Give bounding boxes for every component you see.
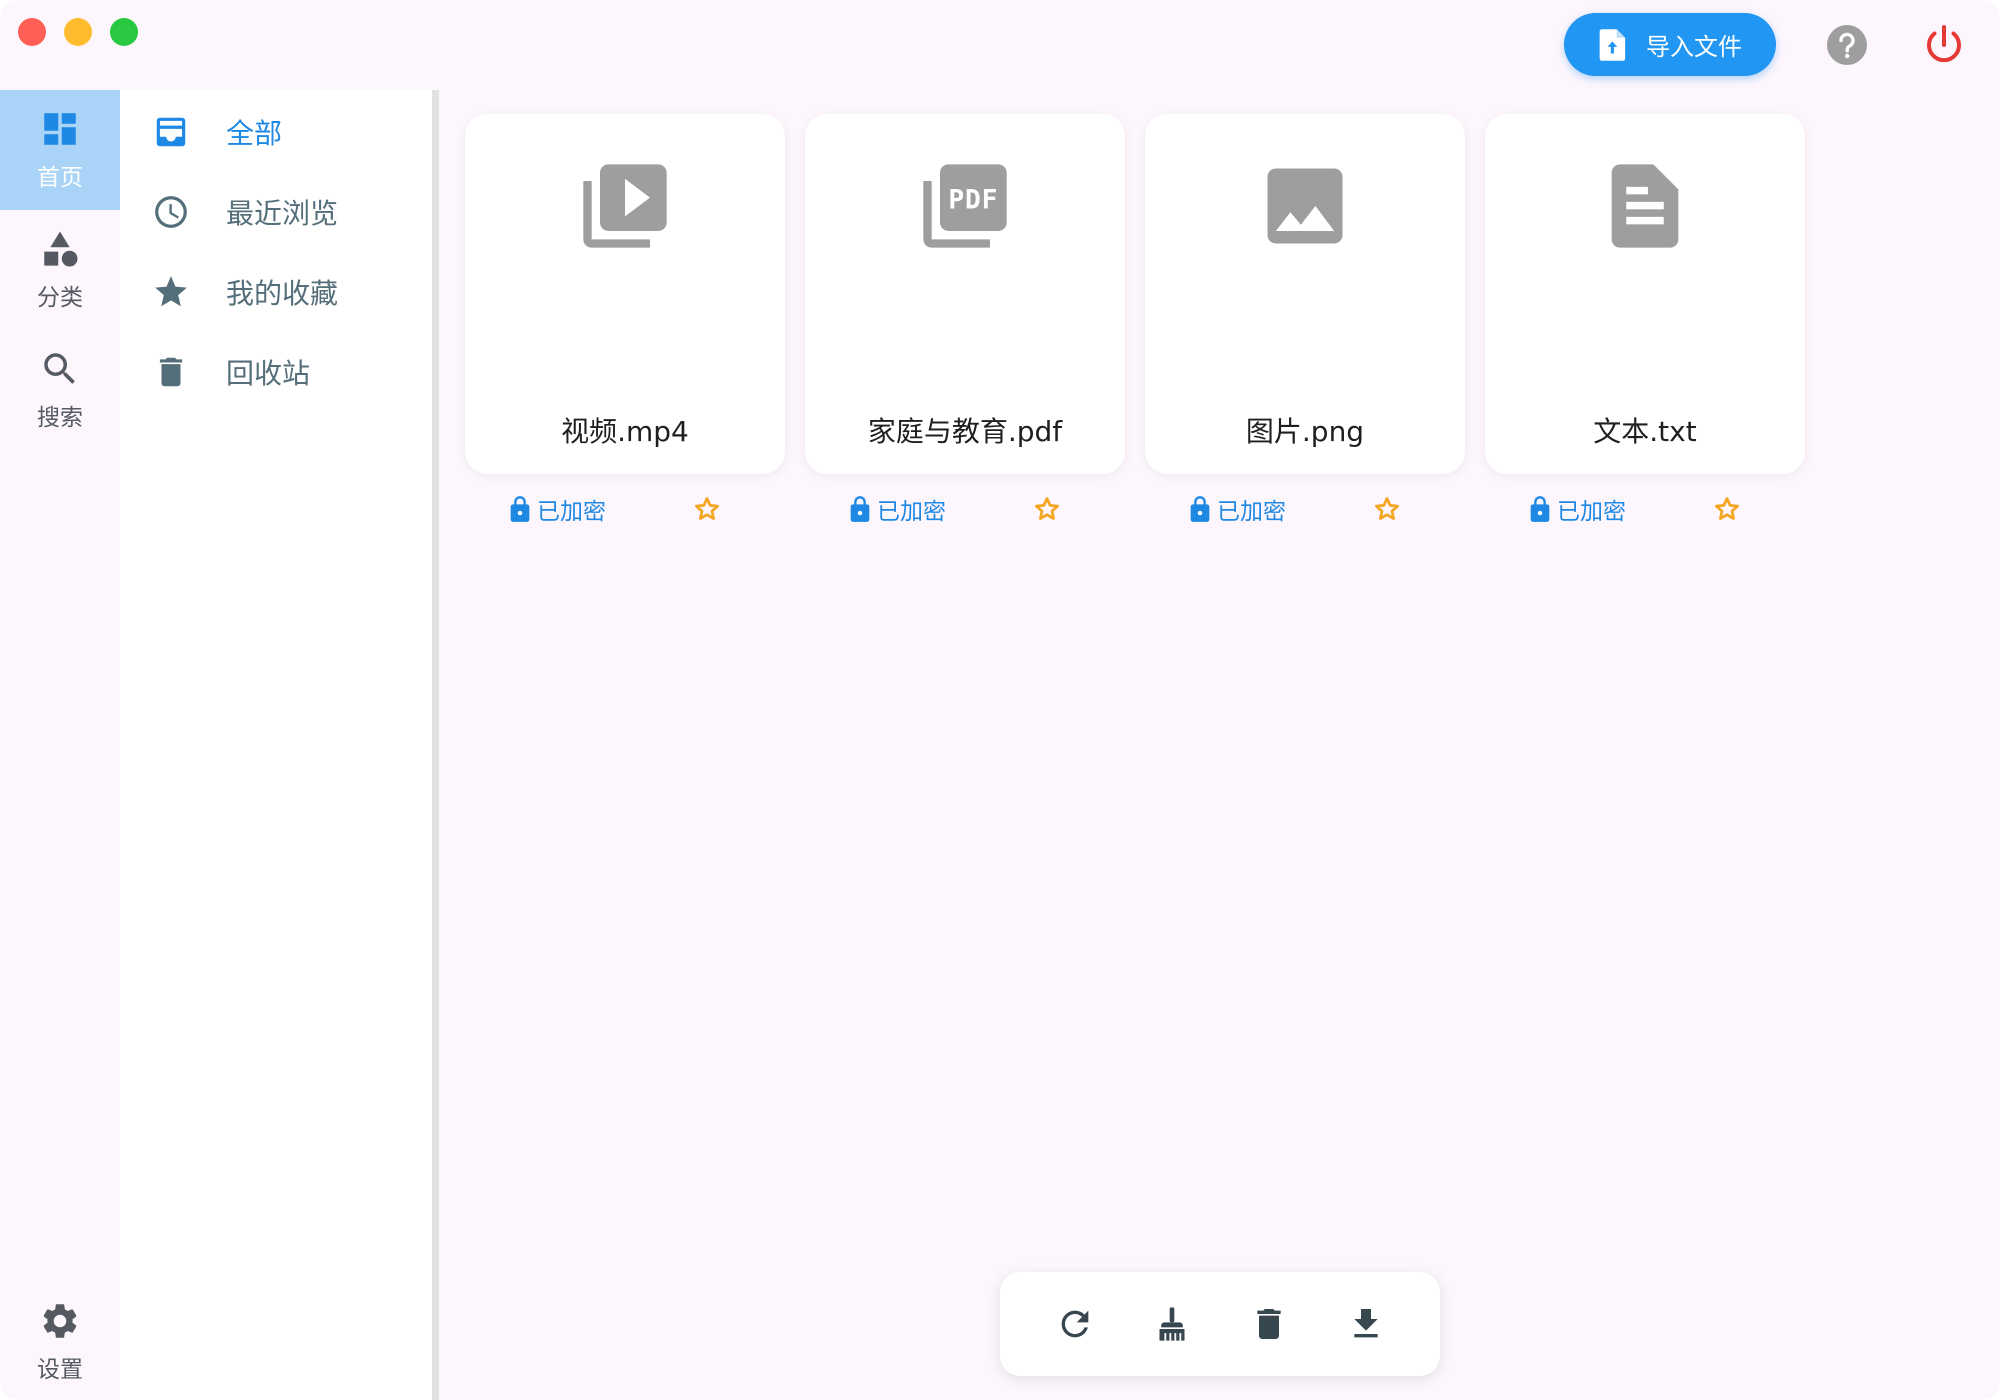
dashboard-icon	[44, 113, 76, 145]
primary-nav-rail: 首页 分类 搜索 设置	[0, 90, 120, 1400]
file-card[interactable]: 图片.png 已加密	[1145, 114, 1465, 525]
sidebar-divider[interactable]	[432, 90, 439, 1400]
favorite-star-icon[interactable]	[1712, 494, 1742, 524]
power-icon[interactable]	[1922, 23, 1966, 67]
help-icon[interactable]	[1826, 24, 1868, 66]
file-name: 视频.mp4	[561, 415, 689, 448]
file-upload-icon	[1599, 28, 1626, 61]
refresh-icon[interactable]	[1055, 1304, 1095, 1344]
encrypted-badge: 已加密	[1529, 492, 1626, 526]
file-name: 图片.png	[1245, 415, 1365, 448]
subnav-label: 我的收藏	[226, 277, 339, 310]
favorite-star-icon[interactable]	[692, 494, 722, 524]
subnav-item-all[interactable]: 全部	[152, 102, 282, 162]
encrypted-badge: 已加密	[849, 492, 946, 526]
subnav-label: 全部	[226, 117, 283, 150]
image-icon	[1267, 168, 1343, 244]
app-window: 导入文件 首页 分类 搜索 设置 全部 最近浏览 我的收藏 回收站 视频.mp4…	[0, 0, 2000, 1400]
encrypted-label: 已加密	[877, 499, 946, 525]
subnav-label: 最近浏览	[226, 197, 339, 230]
encrypted-label: 已加密	[1557, 499, 1626, 525]
rail-item-label: 设置	[37, 1357, 83, 1383]
broom-icon[interactable]	[1152, 1304, 1192, 1344]
download-icon[interactable]	[1346, 1304, 1386, 1344]
favorite-star-icon[interactable]	[1032, 494, 1062, 524]
import-file-button[interactable]: 导入文件	[1564, 13, 1776, 76]
rail-item-label: 分类	[37, 285, 83, 311]
rail-item-category[interactable]: 分类	[0, 210, 120, 330]
encrypted-badge: 已加密	[509, 492, 606, 526]
minimize-window-button[interactable]	[64, 18, 92, 46]
text-document-icon	[1611, 164, 1679, 248]
favorite-star-icon[interactable]	[1372, 494, 1402, 524]
window-controls	[18, 18, 138, 46]
lock-icon	[850, 496, 870, 522]
rail-item-search[interactable]: 搜索	[0, 330, 120, 450]
subnav-label: 回收站	[226, 357, 311, 390]
file-card[interactable]: 视频.mp4 已加密	[465, 114, 785, 525]
file-name: 文本.txt	[1593, 415, 1697, 448]
file-name: 家庭与教育.pdf	[867, 415, 1063, 448]
trash-icon	[159, 357, 183, 387]
gear-icon	[43, 1304, 77, 1338]
search-icon	[44, 353, 75, 384]
trash-icon[interactable]	[1249, 1304, 1289, 1344]
inbox-icon	[156, 117, 186, 147]
rail-item-home[interactable]: 首页	[0, 90, 120, 210]
encrypted-label: 已加密	[537, 499, 606, 525]
lock-icon	[1190, 496, 1210, 522]
pdf-icon: PDF	[923, 164, 1007, 248]
rail-item-label: 首页	[37, 165, 83, 191]
video-library-icon	[583, 164, 667, 248]
bottom-toolbar	[1000, 1272, 1440, 1376]
file-card[interactable]: PDF 家庭与教育.pdf 已加密	[805, 114, 1125, 525]
import-file-label: 导入文件	[1646, 33, 1742, 61]
rail-item-label: 搜索	[37, 405, 83, 431]
file-card[interactable]: 文本.txt 已加密	[1485, 114, 1805, 525]
subnav-item-recent[interactable]: 最近浏览	[152, 182, 338, 242]
rail-item-settings[interactable]: 设置	[0, 1282, 120, 1400]
encrypted-badge: 已加密	[1189, 492, 1286, 526]
encrypted-label: 已加密	[1217, 499, 1286, 525]
secondary-sidebar: 全部 最近浏览 我的收藏 回收站	[120, 90, 434, 1400]
star-icon	[155, 276, 187, 307]
lock-icon	[510, 496, 530, 522]
lock-icon	[1530, 496, 1550, 522]
category-shapes-icon	[44, 231, 78, 267]
subnav-item-recycle-bin[interactable]: 回收站	[152, 342, 310, 402]
maximize-window-button[interactable]	[110, 18, 138, 46]
clock-icon	[155, 196, 187, 228]
close-window-button[interactable]	[18, 18, 46, 46]
subnav-item-favorites[interactable]: 我的收藏	[152, 262, 338, 322]
svg-text:PDF: PDF	[948, 186, 998, 216]
